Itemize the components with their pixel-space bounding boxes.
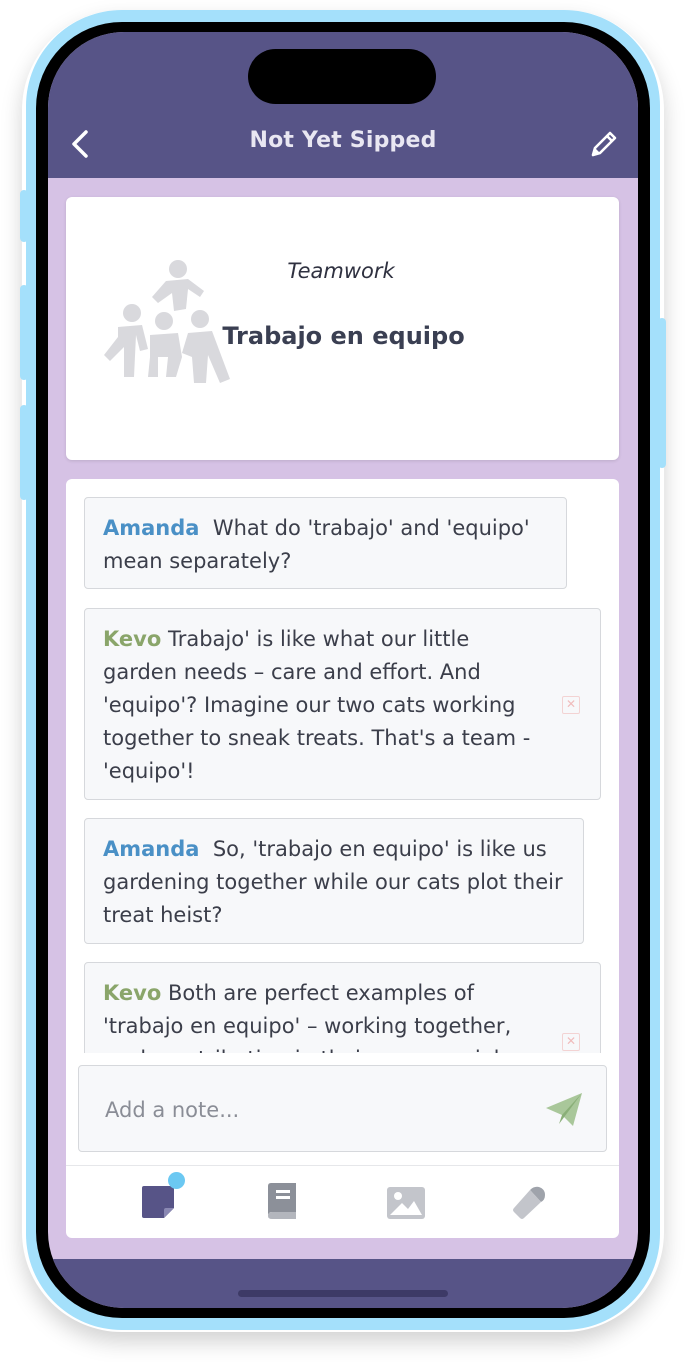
- microphone-icon: [513, 1186, 545, 1219]
- app-header: Not Yet Sipped: [48, 32, 638, 178]
- bottom-bar: [48, 1259, 638, 1308]
- tab-notes[interactable]: [138, 1172, 185, 1224]
- word-spanish: Trabajo en equipo: [222, 322, 465, 350]
- book-icon: [268, 1183, 296, 1219]
- chevron-left-icon: [72, 130, 88, 158]
- page-title: Not Yet Sipped: [249, 128, 437, 153]
- delete-icon[interactable]: ✕: [562, 1033, 580, 1051]
- image-icon: [387, 1187, 425, 1219]
- message-list: Amanda What do 'trabajo' and 'equipo' me…: [66, 479, 619, 1053]
- message-author: Kevo: [103, 981, 162, 1005]
- message-text: Both are perfect examples of 'trabajo en…: [103, 981, 512, 1053]
- message-text: Trabajo' is like what our little garden …: [103, 627, 531, 783]
- notes-panel: Amanda What do 'trabajo' and 'equipo' me…: [66, 479, 619, 1238]
- notification-badge: [168, 1172, 185, 1189]
- edit-button[interactable]: [584, 124, 624, 164]
- tab-images[interactable]: [384, 1180, 428, 1224]
- phone-screen: Not Yet Sipped Teamwork Trabajo en equip…: [48, 32, 638, 1308]
- message-item: Amanda What do 'trabajo' and 'equipo' me…: [84, 497, 567, 589]
- tab-recording[interactable]: [508, 1180, 552, 1224]
- message-item: Amanda So, 'trabajo en equipo' is like u…: [84, 818, 584, 944]
- message-author: Amanda: [103, 516, 200, 540]
- message-author: Kevo: [103, 627, 162, 651]
- dynamic-island: [248, 49, 436, 104]
- tab-bar: [66, 1165, 619, 1239]
- delete-icon[interactable]: ✕: [562, 696, 580, 714]
- pencil-icon: [591, 131, 617, 157]
- message-item: Kevo Trabajo' is like what our little ga…: [84, 608, 601, 800]
- note-input[interactable]: [103, 1092, 527, 1128]
- tab-dictionary[interactable]: [260, 1180, 304, 1224]
- notes-icon: [142, 1186, 174, 1218]
- word-english: Teamwork: [287, 259, 395, 283]
- note-composer: [78, 1065, 607, 1152]
- message-author: Amanda: [103, 837, 200, 861]
- home-indicator[interactable]: [238, 1290, 448, 1297]
- back-button[interactable]: [62, 124, 98, 164]
- message-item: Kevo Both are perfect examples of 'traba…: [84, 962, 601, 1053]
- word-card: Teamwork Trabajo en equipo: [66, 197, 619, 460]
- send-icon[interactable]: [543, 1088, 585, 1130]
